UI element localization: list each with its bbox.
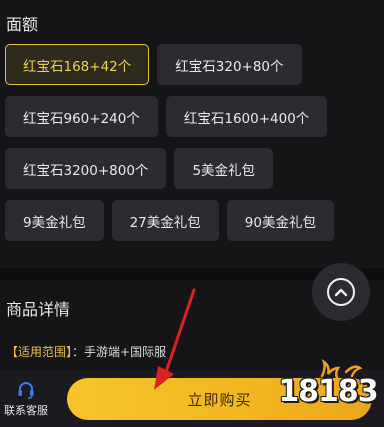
- scope-separator: ：: [72, 345, 85, 359]
- customer-service-label: 联系客服: [4, 404, 48, 417]
- watermark-logo: 18183: [276, 358, 380, 416]
- option-27usd-pack[interactable]: 27美金礼包: [111, 200, 219, 241]
- option-5usd-pack[interactable]: 5美金礼包: [174, 148, 274, 189]
- scope-line: 【适用范围】：手游端+国际服: [6, 343, 166, 360]
- face-value-options: 红宝石168+42个 红宝石320+80个 红宝石960+240个 红宝石160…: [5, 44, 379, 252]
- option-90usd-pack[interactable]: 90美金礼包: [226, 200, 334, 241]
- product-details-title: 商品详情: [6, 300, 71, 319]
- option-ruby-1600[interactable]: 红宝石1600+400个: [165, 96, 328, 137]
- face-value-title: 面额: [6, 15, 39, 34]
- customer-service-button[interactable]: 联系客服: [0, 380, 52, 418]
- scope-key: 【适用范围】: [6, 345, 73, 359]
- annotation-arrow: [154, 288, 196, 390]
- option-ruby-960[interactable]: 红宝石960+240个: [5, 96, 158, 137]
- watermark-text: 18183: [278, 374, 378, 409]
- option-ruby-320[interactable]: 红宝石320+80个: [157, 44, 302, 85]
- back-to-top-button[interactable]: [312, 263, 370, 321]
- option-ruby-3200[interactable]: 红宝石3200+800个: [5, 148, 167, 189]
- back-to-top-icon: [327, 278, 355, 306]
- headset-icon: [18, 382, 34, 399]
- option-ruby-168[interactable]: 红宝石168+42个: [5, 44, 150, 85]
- option-9usd-pack[interactable]: 9美金礼包: [5, 200, 104, 241]
